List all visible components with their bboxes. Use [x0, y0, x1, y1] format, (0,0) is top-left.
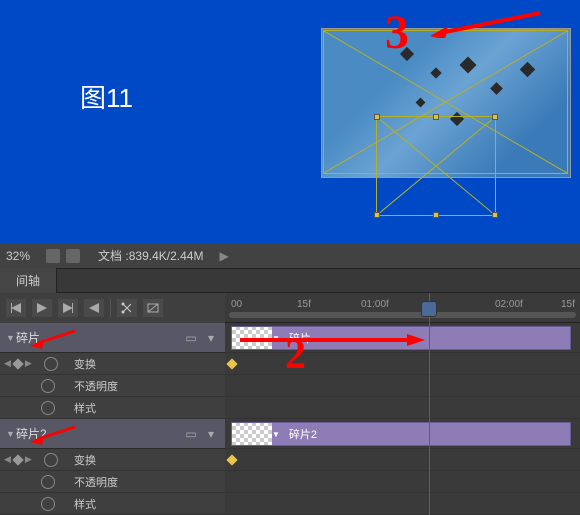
track-prop-row[interactable] — [225, 471, 580, 493]
property-row[interactable]: ◀▶ 变换 — [0, 353, 225, 375]
expand-icon[interactable]: ▼ — [272, 334, 280, 343]
property-label: 样式 — [62, 496, 225, 512]
clip-label: 碎片2 — [283, 426, 323, 442]
property-row[interactable]: 样式 — [0, 493, 225, 515]
ruler-tick: 01:00f — [361, 299, 389, 310]
doc-label: 文档 — [98, 249, 122, 263]
playhead-head-icon[interactable] — [421, 301, 437, 317]
property-row[interactable]: ◀▶ 变换 — [0, 449, 225, 471]
playback-controls — [0, 293, 225, 323]
transition-button[interactable] — [143, 299, 163, 317]
layer-list-panel: ▼ 碎片 ▭ ▾ ◀▶ 变换 不透明度 样式 ▼ 碎片2 ▭ ▾ — [0, 293, 225, 515]
property-row[interactable]: 不透明度 — [0, 471, 225, 493]
chevron-right-icon[interactable]: ▶ — [219, 249, 228, 263]
filmstrip-icon[interactable]: ▭ — [183, 330, 199, 346]
preview-image[interactable] — [321, 28, 571, 178]
canvas-label: 图11 — [80, 78, 133, 115]
time-ruler[interactable]: 00 15f 01:00f 02:00f 15f — [225, 293, 580, 323]
property-label: 变换 — [62, 356, 225, 372]
audio-button[interactable] — [84, 299, 104, 317]
keyframe-diamond-icon[interactable] — [12, 454, 23, 465]
annotation-number-3: 3 — [385, 5, 409, 60]
layer-header[interactable]: ▼ 碎片2 ▭ ▾ — [0, 419, 225, 449]
track-prop-row[interactable] — [225, 353, 580, 375]
stopwatch-icon[interactable] — [41, 379, 55, 393]
keyframe-icon[interactable] — [226, 454, 237, 465]
property-label: 样式 — [62, 400, 225, 416]
track-prop-row[interactable] — [225, 397, 580, 419]
property-label: 不透明度 — [62, 378, 225, 394]
track-row[interactable]: ▼ 碎片 — [225, 323, 580, 353]
clip[interactable]: ▼ 碎片2 — [231, 422, 571, 446]
ruler-tick: 02:00f — [495, 299, 523, 310]
collapse-icon[interactable]: ▼ — [6, 429, 16, 439]
status-icon[interactable] — [46, 249, 60, 263]
track-prop-row[interactable] — [225, 375, 580, 397]
keyframe-diamond-icon[interactable] — [12, 358, 23, 369]
annotation-arrow-3 — [430, 8, 550, 38]
timeline-panel: ▼ 碎片 ▭ ▾ ◀▶ 变换 不透明度 样式 ▼ 碎片2 ▭ ▾ — [0, 293, 580, 515]
stopwatch-icon[interactable] — [44, 453, 58, 467]
property-label: 不透明度 — [62, 474, 225, 490]
status-icon[interactable] — [66, 249, 80, 263]
track-prop-row[interactable] — [225, 449, 580, 471]
clip-thumbnail — [232, 327, 272, 349]
tab-bar: 间轴 — [0, 269, 580, 293]
stopwatch-icon[interactable] — [41, 497, 55, 511]
ruler-tick: 00 — [231, 299, 242, 310]
next-frame-button[interactable] — [58, 299, 78, 317]
layer-name: 碎片 — [16, 329, 183, 346]
clip[interactable]: ▼ 碎片 — [231, 326, 571, 350]
property-row[interactable]: 不透明度 — [0, 375, 225, 397]
resize-handle[interactable] — [374, 212, 380, 218]
stopwatch-icon[interactable] — [44, 357, 58, 371]
stopwatch-icon[interactable] — [41, 401, 55, 415]
play-button[interactable] — [32, 299, 52, 317]
playhead[interactable] — [429, 293, 430, 515]
resize-handle[interactable] — [492, 212, 498, 218]
ruler-range[interactable] — [229, 312, 576, 318]
expand-icon[interactable]: ▼ — [272, 430, 280, 439]
property-label: 变换 — [62, 452, 225, 468]
collapse-icon[interactable]: ▼ — [6, 333, 16, 343]
first-frame-button[interactable] — [6, 299, 26, 317]
track-row[interactable]: ▼ 碎片2 — [225, 419, 580, 449]
clip-label: 碎片 — [283, 330, 317, 346]
resize-handle[interactable] — [433, 212, 439, 218]
doc-size: 839.4K/2.44M — [129, 249, 204, 263]
ruler-tick: 15f — [561, 299, 575, 310]
timeline-tracks[interactable]: 00 15f 01:00f 02:00f 15f ▼ 碎片 ▼ 碎片2 — [225, 293, 580, 515]
property-row[interactable]: 样式 — [0, 397, 225, 419]
keyframe-icon[interactable] — [226, 358, 237, 369]
stopwatch-icon[interactable] — [41, 475, 55, 489]
track-prop-row[interactable] — [225, 493, 580, 515]
filmstrip-icon[interactable]: ▭ — [183, 426, 199, 442]
zoom-level[interactable]: 32% — [6, 249, 30, 263]
layer-header[interactable]: ▼ 碎片 ▭ ▾ — [0, 323, 225, 353]
menu-icon[interactable]: ▾ — [203, 426, 219, 442]
layer-name: 碎片2 — [16, 425, 183, 442]
ruler-tick: 15f — [297, 299, 311, 310]
canvas-preview[interactable]: 图11 3 — [0, 0, 580, 243]
tab-timeline[interactable]: 间轴 — [0, 268, 57, 293]
clip-thumbnail — [232, 423, 272, 445]
status-bar: 32% 文档 :839.4K/2.44M ▶ — [0, 243, 580, 269]
menu-icon[interactable]: ▾ — [203, 330, 219, 346]
split-button[interactable] — [117, 299, 137, 317]
